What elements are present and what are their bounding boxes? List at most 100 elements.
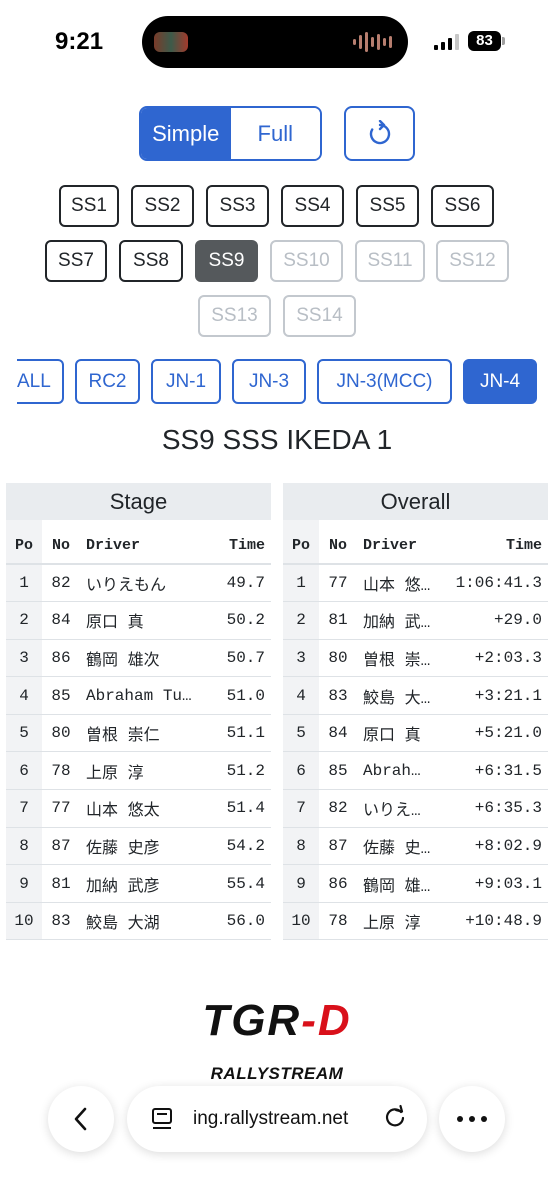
- cell-position: 2: [283, 601, 319, 640]
- full-mode-button[interactable]: Full: [230, 108, 320, 159]
- cell-car-number: 83: [42, 902, 80, 941]
- cell-driver: 上原 淳: [357, 902, 442, 941]
- cell-position: 7: [6, 789, 42, 828]
- stage-button-ss4[interactable]: SS4: [281, 185, 344, 227]
- stage-button-ss6[interactable]: SS6: [431, 185, 494, 227]
- column-header-no[interactable]: No: [319, 520, 357, 565]
- cell-position: 9: [6, 864, 42, 903]
- cell-car-number: 82: [319, 789, 357, 828]
- cell-time: 50.2: [216, 601, 271, 640]
- stage-button-ss12[interactable]: SS12: [436, 240, 509, 282]
- class-button-rc2[interactable]: RC2: [75, 359, 140, 404]
- cell-position: 10: [283, 902, 319, 941]
- stage-button-ss8[interactable]: SS8: [119, 240, 183, 282]
- cell-time: 56.0: [216, 902, 271, 941]
- column-header-po[interactable]: Po: [283, 520, 319, 565]
- stage-button-ss2[interactable]: SS2: [131, 185, 194, 227]
- cell-time: 54.2: [216, 827, 271, 866]
- dynamic-island[interactable]: [142, 16, 408, 68]
- column-header-driver[interactable]: Driver: [357, 520, 442, 565]
- cell-time: +6:31.5: [441, 751, 548, 791]
- more-icon: [457, 1116, 487, 1122]
- cell-position: 7: [283, 789, 319, 828]
- table-row: 3 80 曽根 崇… +2:03.3: [283, 639, 548, 678]
- more-button[interactable]: [439, 1086, 505, 1152]
- cell-car-number: 78: [319, 902, 357, 941]
- refresh-icon: [369, 119, 390, 144]
- stage-button-ss7[interactable]: SS7: [45, 240, 107, 282]
- cell-time: +8:02.9: [441, 827, 548, 866]
- cell-car-number: 84: [319, 714, 357, 753]
- cell-time: 55.4: [216, 864, 271, 903]
- stage-button-ss5[interactable]: SS5: [356, 185, 419, 227]
- column-header-time[interactable]: Time: [216, 520, 271, 565]
- table-header-row: Po No Driver Time: [6, 520, 271, 565]
- cell-car-number: 85: [42, 676, 80, 715]
- address-bar[interactable]: ing.rallystream.net: [127, 1086, 427, 1152]
- url-text: ing.rallystream.net: [193, 1108, 349, 1129]
- column-header-time[interactable]: Time: [441, 520, 548, 565]
- cell-time: 1:06:41.3: [441, 564, 548, 603]
- cell-position: 2: [6, 601, 42, 640]
- cell-driver: Abraham Tu…: [80, 676, 217, 715]
- class-button-jn4[interactable]: JN-4: [463, 359, 537, 404]
- stage-results-panel: Stage Po No Driver Time 1 82 いりえもん 49.7 2 84 原…: [6, 483, 271, 941]
- stage-button-ss14[interactable]: SS14: [283, 295, 356, 337]
- stage-button-ss10[interactable]: SS10: [270, 240, 343, 282]
- stage-button-ss9[interactable]: SS9: [195, 240, 258, 282]
- clock: 9:21: [55, 28, 104, 55]
- table-row: 4 85 Abraham Tu… 51.0: [6, 676, 271, 715]
- stage-button-ss13[interactable]: SS13: [198, 295, 271, 337]
- stage-button-ss3[interactable]: SS3: [206, 185, 269, 227]
- table-row: 10 83 鮫島 大湖 56.0: [6, 902, 271, 941]
- cell-time: +10:48.9: [441, 902, 548, 941]
- logo-text-tgr: TGR: [202, 996, 302, 1045]
- table-row: 6 85 Abrah… +6:31.5: [283, 751, 548, 791]
- table-row: 3 86 鶴岡 雄次 50.7: [6, 639, 271, 678]
- cell-car-number: 87: [319, 827, 357, 866]
- cell-car-number: 84: [42, 601, 80, 640]
- cell-position: 1: [6, 564, 42, 603]
- browser-toolbar: ing.rallystream.net: [0, 1076, 554, 1200]
- cell-driver: 鮫島 大…: [357, 676, 442, 715]
- table-row: 1 77 山本 悠… 1:06:41.3: [283, 564, 548, 603]
- column-header-po[interactable]: Po: [6, 520, 42, 565]
- table-row: 7 77 山本 悠太 51.4: [6, 789, 271, 828]
- class-button-all[interactable]: ALL: [17, 359, 64, 404]
- cell-time: 50.7: [216, 639, 271, 678]
- table-row: 2 84 原口 真 50.2: [6, 601, 271, 640]
- page-menu-icon[interactable]: [151, 1107, 175, 1131]
- stage-button-ss1[interactable]: SS1: [59, 185, 119, 227]
- class-button-jn3[interactable]: JN-3: [232, 359, 306, 404]
- back-button[interactable]: [48, 1086, 114, 1152]
- stage-results-header: Stage: [6, 483, 271, 520]
- cell-time: +29.0: [441, 601, 548, 640]
- class-button-jn1[interactable]: JN-1: [151, 359, 221, 404]
- reload-icon[interactable]: [381, 1104, 409, 1132]
- cell-car-number: 85: [319, 751, 357, 791]
- simple-mode-button[interactable]: Simple: [141, 108, 231, 159]
- column-header-driver[interactable]: Driver: [80, 520, 217, 565]
- cell-time: +9:03.1: [441, 864, 548, 903]
- column-header-no[interactable]: No: [42, 520, 80, 565]
- cell-driver: 加納 武…: [357, 601, 442, 640]
- cell-position: 8: [6, 827, 42, 866]
- cell-driver: 鮫島 大湖: [80, 902, 217, 941]
- cell-car-number: 78: [42, 751, 80, 791]
- class-button-jn3-mcc[interactable]: JN-3(MCC): [317, 359, 452, 404]
- cell-time: +2:03.3: [441, 639, 548, 678]
- cell-time: 51.2: [216, 751, 271, 791]
- cell-driver: 加納 武彦: [80, 864, 217, 903]
- cell-time: +3:21.1: [441, 676, 548, 715]
- stage-button-ss11[interactable]: SS11: [355, 240, 425, 282]
- cell-car-number: 77: [42, 789, 80, 828]
- battery-tip: [502, 37, 505, 45]
- cell-driver: Abrah…: [357, 751, 442, 791]
- table-row: 4 83 鮫島 大… +3:21.1: [283, 676, 548, 715]
- cell-driver: いりえもん: [80, 564, 217, 603]
- cell-car-number: 86: [42, 639, 80, 678]
- cell-driver: 原口 真: [357, 714, 442, 753]
- cell-position: 1: [283, 564, 319, 603]
- refresh-button[interactable]: [344, 106, 415, 161]
- table-row: 9 86 鶴岡 雄… +9:03.1: [283, 864, 548, 903]
